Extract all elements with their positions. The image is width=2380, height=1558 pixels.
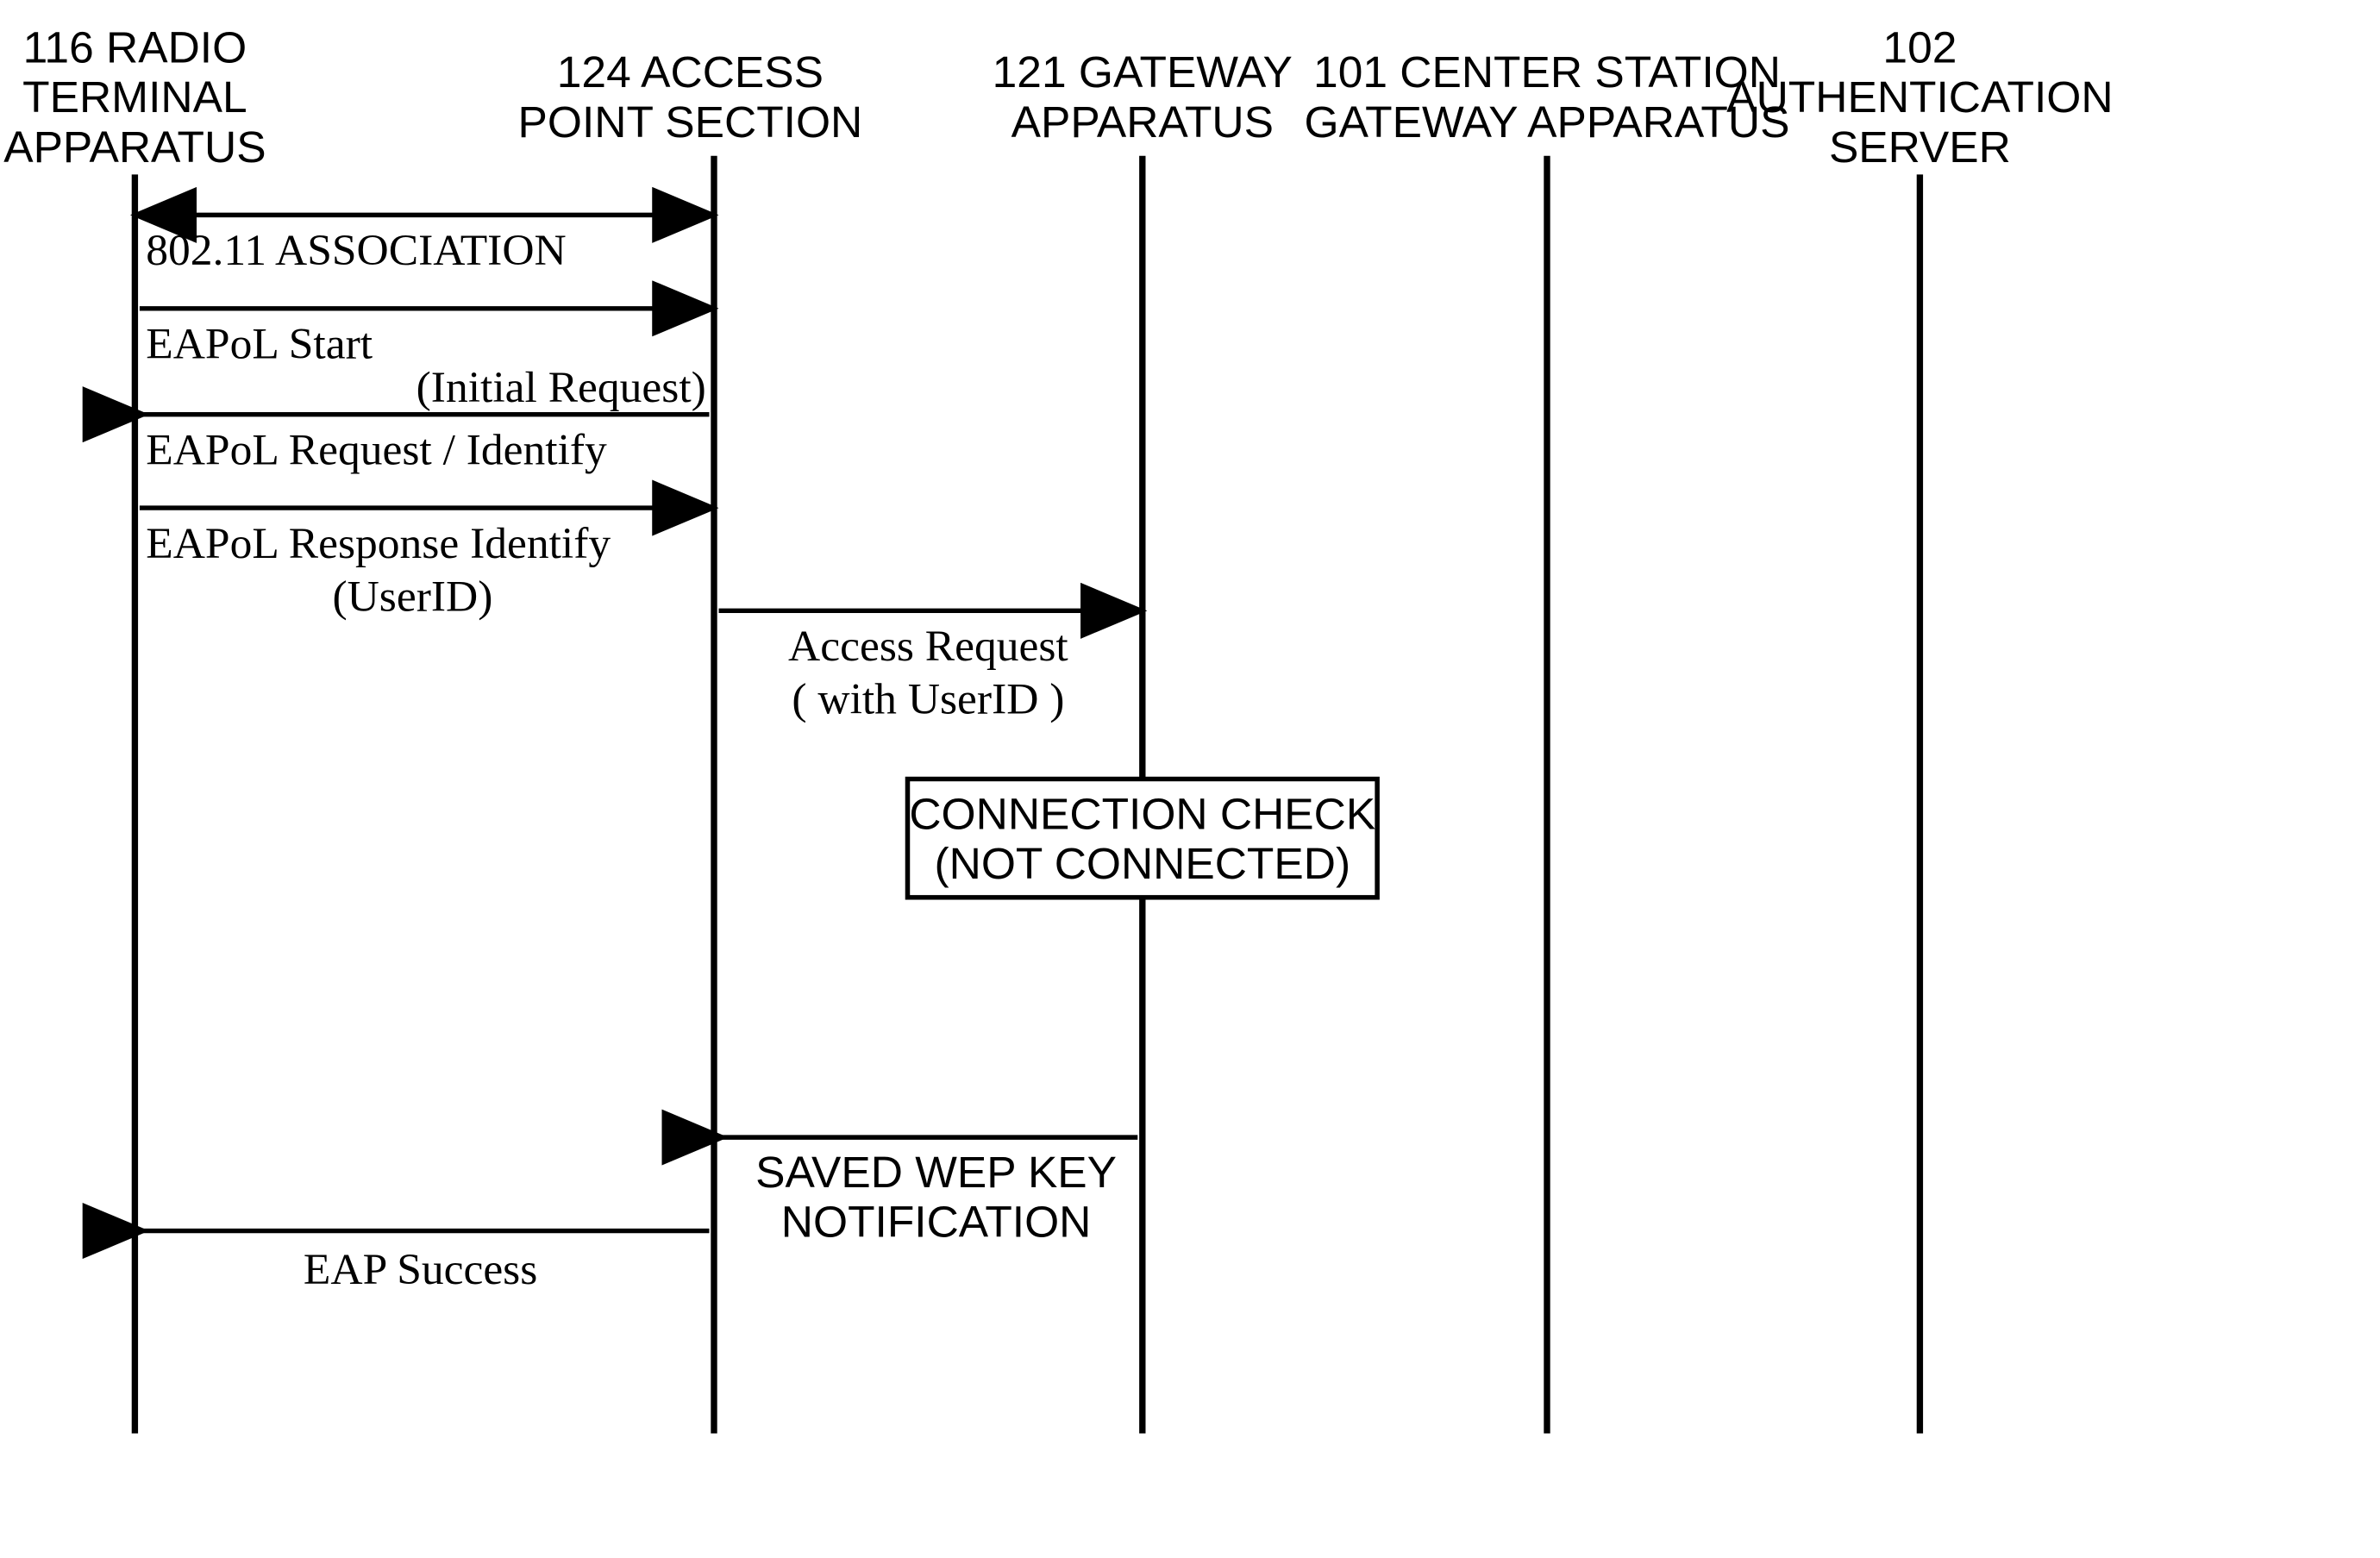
msg-wepkey-label-2: NOTIFICATION [781,1198,1092,1246]
msg-eapol-start-sub: (Initial Request) [416,364,706,412]
msg-access-req-label-2: ( with UserID ) [792,675,1064,723]
lifeline-3-label-1: 121 GATEWAY [993,48,1293,97]
msg-eap-success-label: EAP Success [304,1245,537,1293]
msg-eapol-resp-label-2: (UserID) [332,573,492,621]
msg-access-req-label-1: Access Request [788,623,1068,671]
lifeline-2-label-2: POINT SECTION [518,97,863,146]
lifeline-2-label-1: 124 ACCESS [557,48,824,97]
lifeline-3-label-2: APPARATUS [1012,97,1274,146]
lifeline-1-label-3: APPARATUS [3,122,266,171]
lifeline-5-label-3: SERVER [1829,122,2011,171]
lifeline-5-label-1: 102 [1882,23,1957,72]
msg-eapol-resp-label-1: EAPoL Response Identify [146,519,611,567]
lifeline-5-label-2: AUTHENTICATION [1726,73,2113,122]
connection-check-line1: CONNECTION CHECK [909,790,1375,838]
msg-association-label: 802.11 ASSOCIATION [146,227,566,275]
lifeline-1-label-1: 116 RADIO [23,23,247,72]
lifeline-4-label-1: 101 CENTER STATION [1313,48,1781,97]
msg-wepkey-label-1: SAVED WEP KEY [755,1148,1117,1196]
lifeline-4-label-2: GATEWAY APPARATUS [1305,97,1790,146]
sequence-diagram: 116 RADIO TERMINAL APPARATUS 124 ACCESS … [0,0,2380,1558]
connection-check-line2: (NOT CONNECTED) [934,840,1350,888]
msg-eapol-req-label: EAPoL Request / Identify [146,426,607,474]
lifeline-1-label-2: TERMINAL [22,73,247,122]
msg-eapol-start-label: EAPoL Start [146,320,373,368]
